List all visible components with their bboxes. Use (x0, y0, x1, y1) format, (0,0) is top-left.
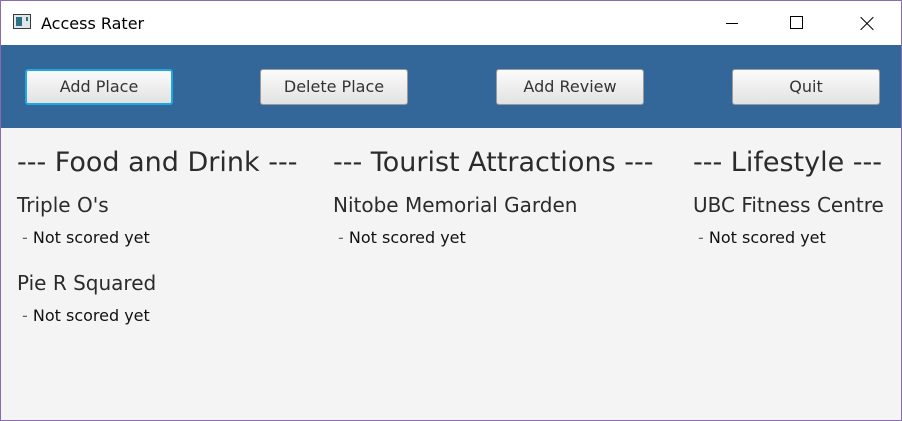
score-prefix: - (22, 306, 33, 325)
category-heading: --- Food and Drink --- (17, 147, 298, 178)
score-prefix: - (698, 228, 709, 247)
place-score: - Not scored yet (22, 228, 297, 248)
place-name: Nitobe Memorial Garden (333, 193, 578, 217)
category-heading: --- Tourist Attractions --- (333, 147, 654, 178)
maximize-button[interactable] (774, 1, 820, 45)
app-window: Access Rater Add Place Delete Place Add … (0, 0, 902, 421)
score-prefix: - (338, 228, 349, 247)
score-text: Not scored yet (32, 228, 150, 247)
close-button[interactable] (843, 1, 889, 45)
category-tourist-attractions: --- Tourist Attractions --- Nitobe Memor… (333, 146, 653, 270)
places-content: --- Food and Drink --- Triple O's - Not … (1, 128, 901, 420)
minimize-icon (726, 23, 738, 24)
toolbar: Add Place Delete Place Add Review Quit (1, 45, 901, 128)
category-lifestyle: --- Lifestyle --- UBC Fitness Centre - N… (693, 146, 884, 270)
score-text: Not scored yet (32, 306, 150, 325)
score-text: Not scored yet (708, 228, 826, 247)
place-name: UBC Fitness Centre (693, 193, 884, 217)
category-heading: --- Lifestyle --- (693, 147, 883, 178)
place-score: - Not scored yet (22, 306, 297, 326)
place-name: Pie R Squared (17, 271, 157, 295)
quit-button[interactable]: Quit (732, 69, 880, 105)
score-prefix: - (22, 228, 33, 247)
add-review-button[interactable]: Add Review (496, 69, 644, 105)
category-food-and-drink: --- Food and Drink --- Triple O's - Not … (17, 146, 297, 348)
title-bar[interactable]: Access Rater (1, 1, 901, 45)
add-place-button[interactable]: Add Place (25, 69, 173, 105)
place-name: Triple O's (17, 193, 109, 217)
score-text: Not scored yet (348, 228, 466, 247)
minimize-button[interactable] (709, 1, 755, 45)
place-score: - Not scored yet (338, 228, 653, 248)
maximize-icon (790, 16, 803, 29)
app-icon (13, 14, 31, 29)
place-score: - Not scored yet (698, 228, 884, 248)
window-title: Access Rater (41, 14, 145, 33)
delete-place-button[interactable]: Delete Place (260, 69, 408, 105)
